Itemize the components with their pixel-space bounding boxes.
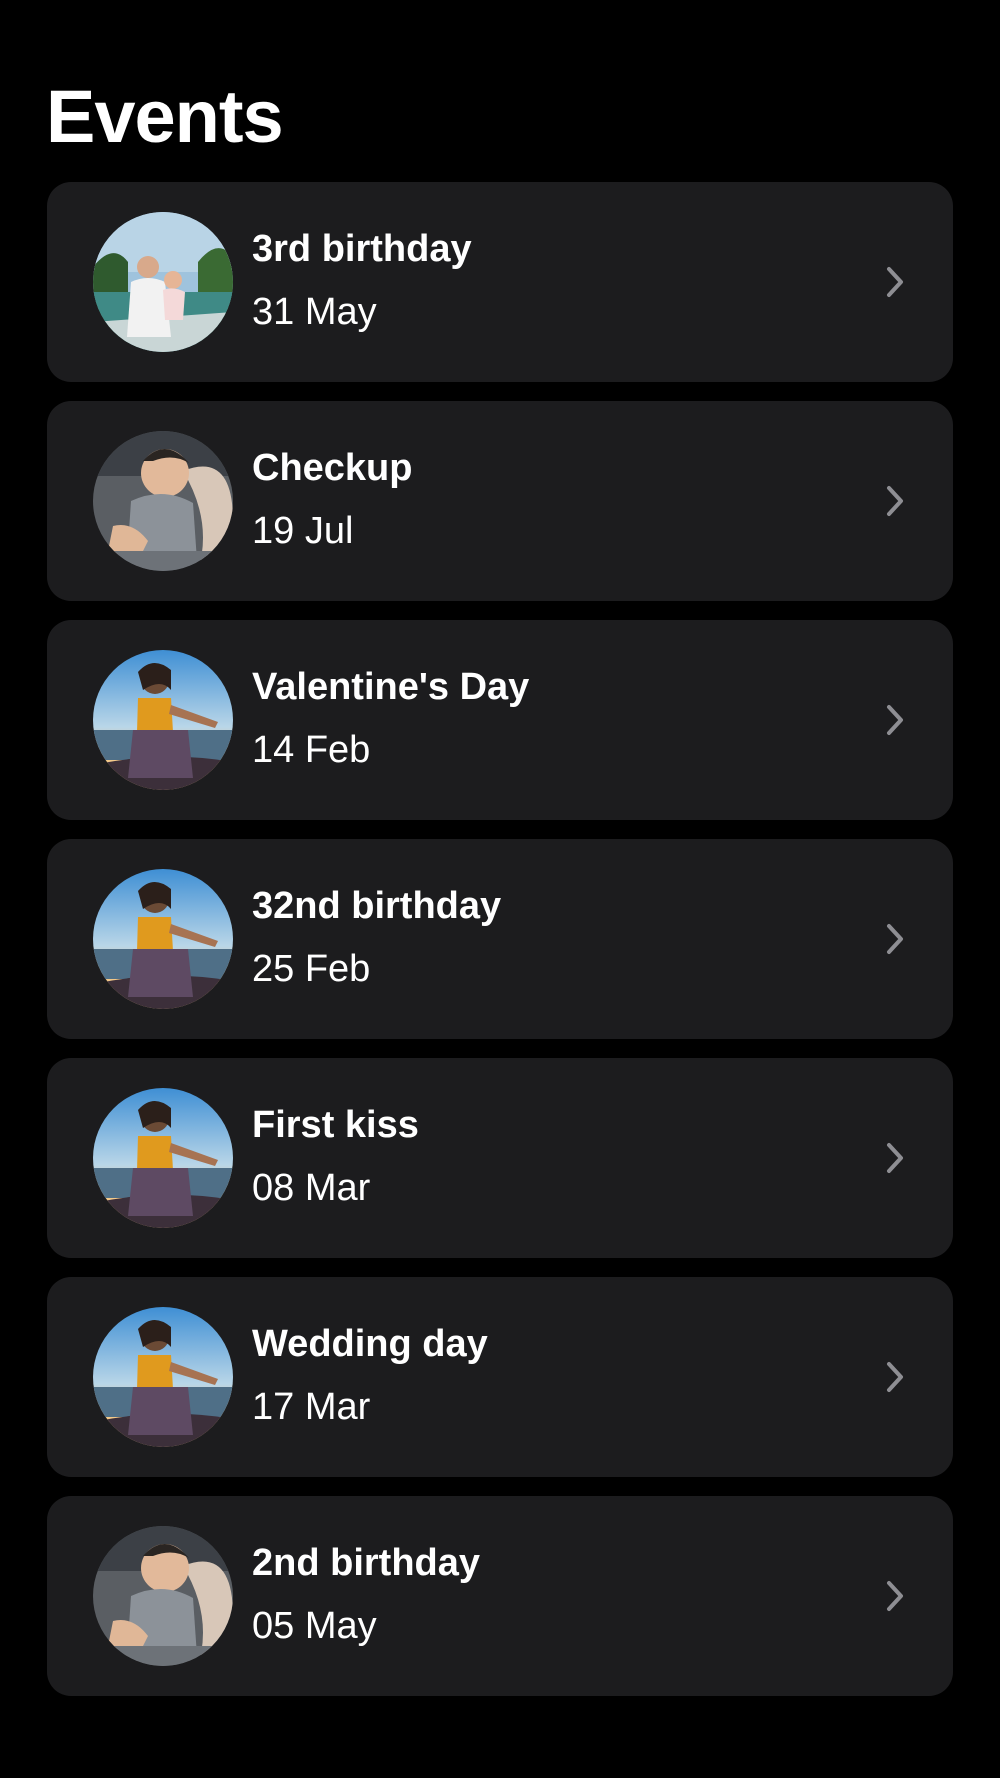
event-title: Valentine's Day [252, 666, 530, 708]
event-photo [93, 1526, 233, 1666]
chevron-right-icon [885, 1142, 905, 1174]
event-photo [93, 1307, 233, 1447]
event-row-32nd-birthday[interactable]: 32nd birthday 25 Feb [47, 839, 953, 1039]
event-title: 3rd birthday [252, 228, 472, 270]
event-photo [93, 212, 233, 352]
event-row-wedding-day[interactable]: Wedding day 17 Mar [47, 1277, 953, 1477]
chevron-right-icon [885, 1580, 905, 1612]
chevron-right-icon [885, 923, 905, 955]
event-title: 2nd birthday [252, 1542, 481, 1584]
event-row-first-kiss[interactable]: First kiss 08 Mar [47, 1058, 953, 1258]
event-photo [93, 1088, 233, 1228]
event-row-valentines-day[interactable]: Valentine's Day 14 Feb [47, 620, 953, 820]
event-date: 31 May [252, 291, 377, 333]
event-date: 19 Jul [252, 510, 354, 552]
event-title: Checkup [252, 447, 413, 489]
chevron-right-icon [885, 704, 905, 736]
event-date: 14 Feb [252, 729, 371, 771]
event-row-3rd-birthday[interactable]: 3rd birthday 31 May [47, 182, 953, 382]
event-date: 25 Feb [252, 948, 371, 990]
event-title: First kiss [252, 1104, 419, 1146]
chevron-right-icon [885, 485, 905, 517]
event-date: 05 May [252, 1605, 377, 1647]
event-row-checkup[interactable]: Checkup 19 Jul [47, 401, 953, 601]
event-date: 08 Mar [252, 1167, 371, 1209]
event-photo [93, 431, 233, 571]
event-title: 32nd birthday [252, 885, 502, 927]
chevron-right-icon [885, 1361, 905, 1393]
event-date: 17 Mar [252, 1386, 371, 1428]
page-title: Events [46, 75, 284, 158]
event-list: 3rd birthday 31 May Checkup 19 Jul Valen… [47, 182, 953, 1715]
event-row-2nd-birthday[interactable]: 2nd birthday 05 May [47, 1496, 953, 1696]
event-photo [93, 869, 233, 1009]
event-title: Wedding day [252, 1323, 488, 1365]
chevron-right-icon [885, 266, 905, 298]
event-photo [93, 650, 233, 790]
